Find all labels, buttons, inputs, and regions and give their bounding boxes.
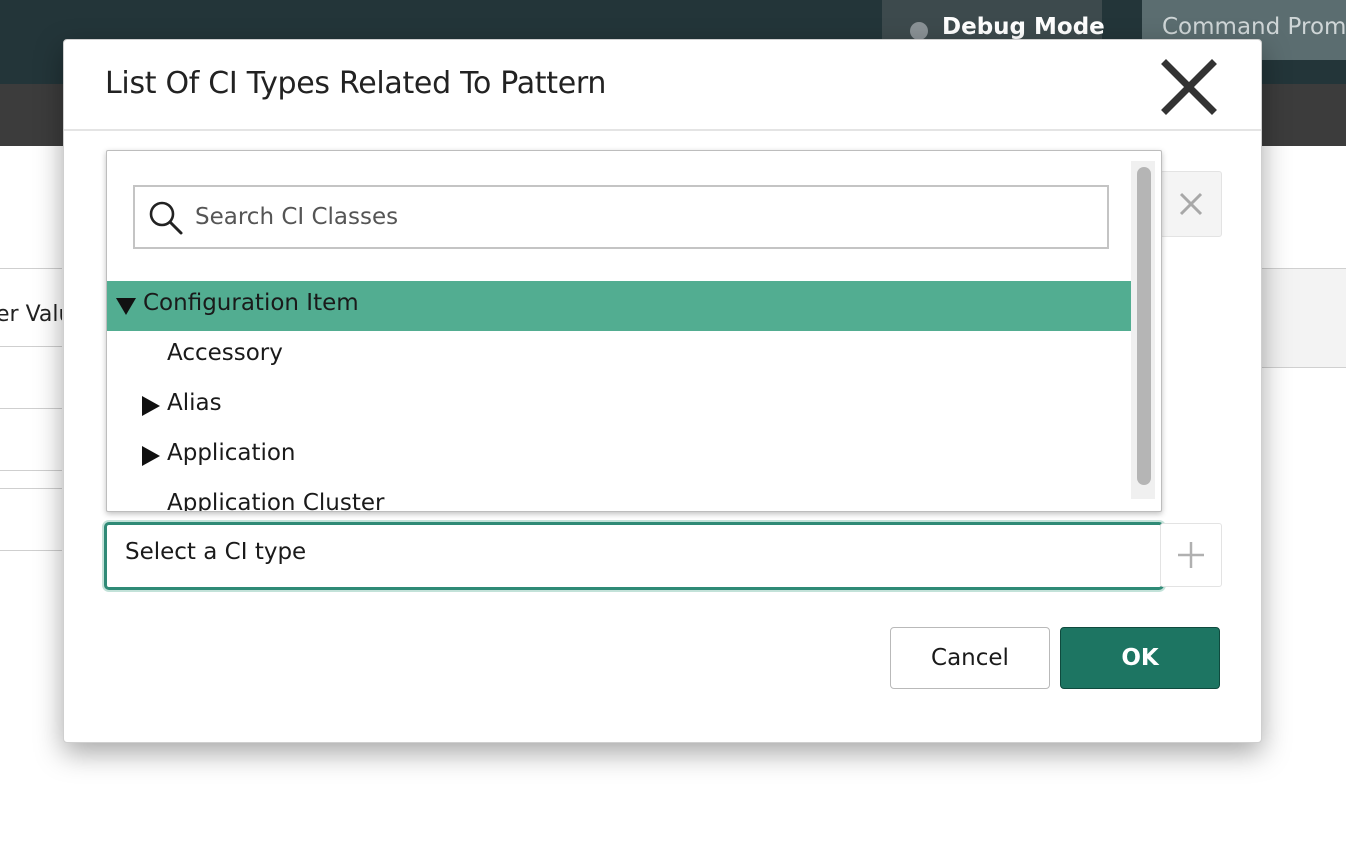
bg-table-row-divider	[0, 550, 62, 551]
debug-mode-label: Debug Mode	[942, 14, 1105, 40]
tree-item-label: Application Cluster	[167, 490, 385, 512]
tree-item-label: Accessory	[167, 340, 283, 366]
tree-item-label: Application	[167, 440, 296, 466]
tree-item-configuration-item[interactable]: Configuration Item	[107, 281, 1131, 331]
bg-table-row-divider	[0, 488, 62, 489]
ci-class-tree: Configuration Item Accessory Alias Appli…	[107, 281, 1131, 512]
plus-icon	[1178, 542, 1204, 568]
ci-type-select[interactable]: Select a CI type	[104, 522, 1164, 590]
debug-status-dot-icon	[910, 22, 928, 40]
command-prompt-label: Command Promp	[1162, 14, 1346, 40]
search-box[interactable]	[133, 185, 1109, 249]
search-input[interactable]	[193, 195, 1077, 239]
bg-table-row-divider	[0, 470, 62, 471]
bg-column-header-label: er Valu	[0, 302, 62, 327]
modal-header-divider	[64, 129, 1261, 131]
tree-item-application-cluster[interactable]: Application Cluster	[107, 481, 1131, 512]
bg-table-row-divider	[0, 408, 62, 409]
bg-right-panel	[1258, 268, 1346, 368]
ci-types-modal: List Of CI Types Related To Pattern Sear…	[63, 39, 1262, 743]
ci-type-select-value: Select a CI type	[125, 539, 307, 565]
ok-button[interactable]: OK	[1060, 627, 1220, 689]
remove-icon	[1179, 192, 1203, 216]
add-ci-type-button[interactable]	[1160, 523, 1222, 587]
search-icon	[149, 201, 183, 235]
dropdown-scrollbar-thumb[interactable]	[1137, 167, 1151, 485]
triangle-down-icon[interactable]	[116, 296, 136, 316]
dropdown-scrollbar[interactable]	[1131, 161, 1155, 499]
ci-class-dropdown: Configuration Item Accessory Alias Appli…	[106, 150, 1162, 512]
cancel-button[interactable]: Cancel	[890, 627, 1050, 689]
close-icon[interactable]	[1160, 58, 1218, 116]
modal-title: List Of CI Types Related To Pattern	[105, 66, 607, 101]
remove-row-button[interactable]	[1160, 171, 1222, 237]
tree-item-accessory[interactable]: Accessory	[107, 331, 1131, 381]
tree-item-alias[interactable]: Alias	[107, 381, 1131, 431]
triangle-right-icon[interactable]	[141, 446, 161, 466]
tree-item-application[interactable]: Application	[107, 431, 1131, 481]
triangle-right-icon[interactable]	[141, 396, 161, 416]
bg-table-border	[0, 268, 62, 269]
tree-item-label: Configuration Item	[143, 290, 359, 316]
tree-item-label: Alias	[167, 390, 222, 416]
bg-column-header: er Valu	[0, 288, 62, 347]
